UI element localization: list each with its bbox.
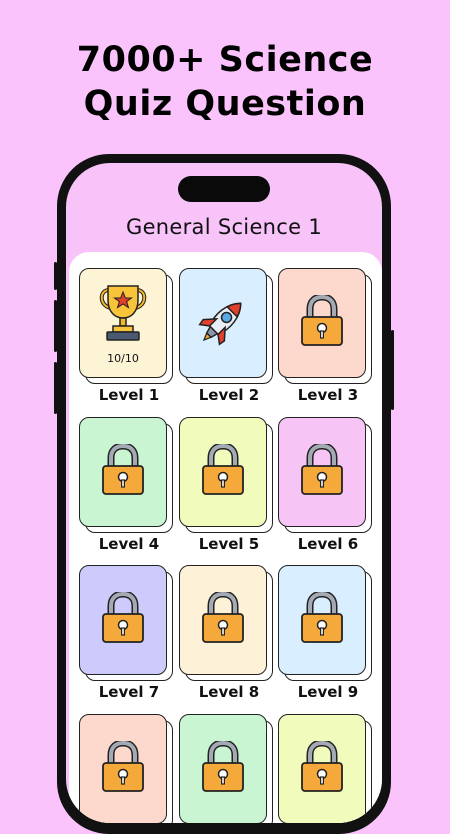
- lock-icon: [299, 442, 345, 500]
- headline-line-2: Quiz Question: [83, 84, 367, 124]
- level-card-face: [79, 565, 167, 675]
- level-label: Level 1: [98, 386, 160, 404]
- level-card-face: [179, 268, 267, 378]
- level-card-face: [278, 417, 366, 527]
- lock-icon: [200, 590, 246, 648]
- level-card-12[interactable]: Level 12: [278, 714, 378, 823]
- lock-icon: [299, 293, 345, 351]
- lock-icon: [100, 442, 146, 500]
- level-card-face: [79, 714, 167, 823]
- level-label: Level 8: [198, 683, 260, 701]
- level-card-face: [278, 268, 366, 378]
- headline: 7000+ Science Quiz Question: [0, 38, 450, 126]
- phone-volume-down-button: [54, 362, 57, 414]
- level-label: Level 9: [297, 683, 359, 701]
- level-card-7[interactable]: Level 7: [79, 565, 179, 705]
- level-label: Level 3: [297, 386, 359, 404]
- phone-power-button: [391, 330, 394, 410]
- level-card-3[interactable]: Level 3: [278, 268, 378, 408]
- dynamic-island: [178, 176, 270, 202]
- level-card-9[interactable]: Level 9: [278, 565, 378, 705]
- level-label: Level 5: [198, 535, 260, 553]
- phone-volume-up-button: [54, 300, 57, 352]
- level-card-10[interactable]: Level 10: [79, 714, 179, 823]
- level-card-8[interactable]: Level 8: [179, 565, 279, 705]
- phone-frame: General Science 1 10/10 Level 1 Level 2 Lev…: [57, 154, 391, 834]
- lock-icon: [200, 739, 246, 797]
- level-card-face: 10/10: [79, 268, 167, 378]
- trophy-icon: [97, 282, 149, 348]
- level-card-face: [179, 417, 267, 527]
- level-label: Level 4: [98, 535, 160, 553]
- level-card-face: [278, 565, 366, 675]
- rocket-icon: [196, 294, 250, 352]
- level-card-face: [179, 565, 267, 675]
- level-label: Level 2: [198, 386, 260, 404]
- level-card-6[interactable]: Level 6: [278, 417, 378, 557]
- level-card-4[interactable]: Level 4: [79, 417, 179, 557]
- level-label: Level 6: [297, 535, 359, 553]
- lock-icon: [100, 590, 146, 648]
- level-card-2[interactable]: Level 2: [179, 268, 279, 408]
- level-card-1[interactable]: 10/10 Level 1: [79, 268, 179, 408]
- level-label: Level 7: [98, 683, 160, 701]
- level-card-face: [179, 714, 267, 823]
- level-card-face: [278, 714, 366, 823]
- lock-icon: [100, 739, 146, 797]
- level-score: 10/10: [107, 351, 139, 365]
- level-card-face: [79, 417, 167, 527]
- level-card-11[interactable]: Level 11: [179, 714, 279, 823]
- phone-action-button: [54, 262, 57, 290]
- lock-icon: [299, 590, 345, 648]
- level-card-5[interactable]: Level 5: [179, 417, 279, 557]
- levels-panel: 10/10 Level 1 Level 2 Level 3 Level 4 Level 5…: [69, 252, 382, 823]
- phone-screen: General Science 1 10/10 Level 1 Level 2 Lev…: [66, 163, 382, 823]
- screen-title: General Science 1: [126, 215, 322, 239]
- headline-line-1: 7000+ Science: [76, 40, 374, 80]
- lock-icon: [200, 442, 246, 500]
- lock-icon: [299, 739, 345, 797]
